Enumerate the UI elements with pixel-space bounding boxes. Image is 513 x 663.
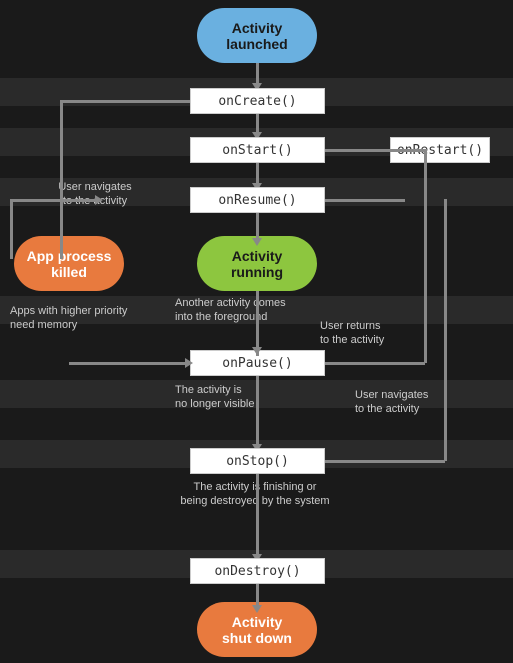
- onstart-label: onStart(): [222, 143, 292, 158]
- onstop-label: onStop(): [226, 454, 289, 469]
- arrow-5: [252, 347, 262, 355]
- app-process-killed-label: App processkilled: [27, 248, 112, 280]
- activity-finishing-label: The activity is finishing orbeing destro…: [155, 480, 355, 509]
- ondestroy-label: onDestroy(): [214, 564, 300, 579]
- onstop-box: onStop(): [190, 448, 325, 474]
- oncreate-box: onCreate(): [190, 88, 325, 114]
- hline-returns-onrestart: [390, 149, 425, 152]
- apps-higher-priority-label: Apps with higher priorityneed memory: [10, 304, 170, 333]
- hline-onpause-right: [325, 362, 425, 365]
- arrow-4: [252, 238, 262, 246]
- arrow-killed: [185, 358, 193, 368]
- user-navigates-label-2: User navigatesto the activity: [355, 388, 490, 417]
- hline-left-onresume: [10, 199, 100, 202]
- another-activity-label: Another activity comesinto the foregroun…: [175, 296, 335, 325]
- activity-shutdown-label: Activityshut down: [222, 614, 292, 646]
- vline-left-1: [10, 199, 13, 259]
- hline-onpause-left: [69, 362, 190, 365]
- onresume-label: onResume(): [218, 193, 296, 208]
- hline-onstop-right: [325, 460, 445, 463]
- oncreate-label: onCreate(): [218, 94, 296, 109]
- vline-right-returns: [424, 149, 427, 363]
- onresume-box: onResume(): [190, 187, 325, 213]
- hline-oncreate-left: [60, 100, 190, 103]
- arrow-8: [252, 605, 262, 613]
- activity-running-label: Activityrunning: [231, 248, 283, 280]
- onpause-label: onPause(): [222, 356, 292, 371]
- activity-no-longer-label: The activity isno longer visible: [175, 383, 335, 412]
- vline-6: [256, 376, 259, 448]
- ondestroy-box: onDestroy(): [190, 558, 325, 584]
- vline-7: [256, 474, 259, 558]
- onstart-box: onStart(): [190, 137, 325, 163]
- app-process-killed-node: App processkilled: [14, 236, 124, 291]
- hline-onstart-onrestart: [325, 149, 390, 152]
- hline-onresume-right: [325, 199, 405, 202]
- activity-launched-node: Activitylaunched: [197, 8, 317, 63]
- user-returns-label: User returnsto the activity: [320, 319, 450, 348]
- vline-left-oncreate: [60, 100, 63, 259]
- lifecycle-diagram: Activitylaunched Activityrunning App pro…: [0, 0, 513, 663]
- arrow-right-onresume: [95, 195, 103, 205]
- vline-right-2: [444, 199, 447, 461]
- activity-launched-label: Activitylaunched: [226, 20, 287, 52]
